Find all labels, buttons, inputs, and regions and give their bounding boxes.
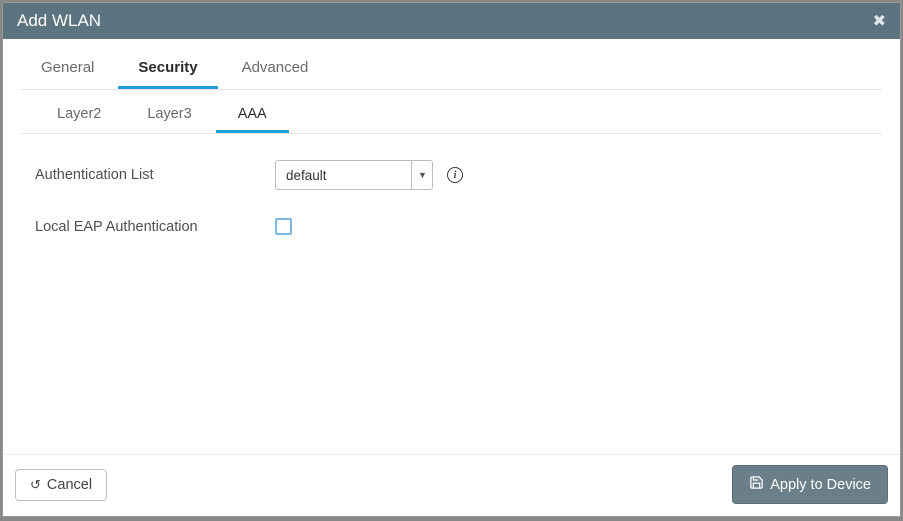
modal-header: Add WLAN ✖ [3,3,900,39]
add-wlan-modal: Add WLAN ✖ General Security Advanced Lay… [2,2,901,517]
tab-advanced[interactable]: Advanced [222,47,329,89]
modal-title: Add WLAN [17,11,101,31]
security-subtabs: Layer2 Layer3 AAA [21,96,882,134]
save-icon [749,475,764,494]
info-icon[interactable]: i [447,167,463,183]
auth-list-label: Authentication List [35,167,275,183]
apply-label: Apply to Device [770,477,871,493]
form-area: Authentication List default ▼ i Local EA… [21,134,882,289]
tab-security[interactable]: Security [118,47,217,89]
apply-button[interactable]: Apply to Device [732,465,888,504]
row-local-eap: Local EAP Authentication [35,218,868,235]
local-eap-checkbox[interactable] [275,218,292,235]
modal-body: General Security Advanced Layer2 Layer3 … [3,39,900,454]
subtab-aaa[interactable]: AAA [216,96,289,133]
main-tabs: General Security Advanced [21,47,882,90]
auth-list-select[interactable]: default ▼ [275,160,433,190]
undo-icon: ↺ [30,477,41,493]
row-authentication-list: Authentication List default ▼ i [35,160,868,190]
modal-footer: ↺ Cancel Apply to Device [3,454,900,516]
auth-list-value: default [275,160,433,190]
local-eap-label: Local EAP Authentication [35,219,275,235]
tab-general[interactable]: General [21,47,114,89]
close-icon[interactable]: ✖ [873,11,886,31]
subtab-layer2[interactable]: Layer2 [35,96,123,133]
cancel-button[interactable]: ↺ Cancel [15,469,107,501]
cancel-label: Cancel [47,477,92,493]
subtab-layer3[interactable]: Layer3 [125,96,213,133]
